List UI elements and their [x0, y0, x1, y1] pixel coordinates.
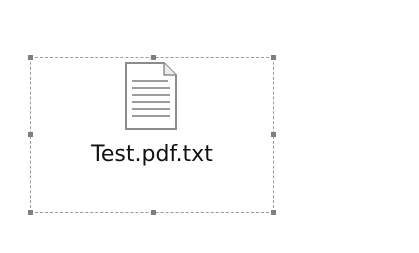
resize-handle-top-middle[interactable] [151, 55, 156, 60]
resize-handle-top-right[interactable] [271, 55, 276, 60]
desktop-canvas: Test.pdf.txt [0, 0, 419, 253]
resize-handle-bottom-middle[interactable] [151, 210, 156, 215]
resize-handle-middle-left[interactable] [28, 132, 33, 137]
file-name-label[interactable]: Test.pdf.txt [30, 142, 274, 167]
resize-handle-middle-right[interactable] [271, 132, 276, 137]
resize-handle-bottom-right[interactable] [271, 210, 276, 215]
resize-handle-top-left[interactable] [28, 55, 33, 60]
text-document-icon[interactable] [124, 61, 178, 131]
resize-handle-bottom-left[interactable] [28, 210, 33, 215]
